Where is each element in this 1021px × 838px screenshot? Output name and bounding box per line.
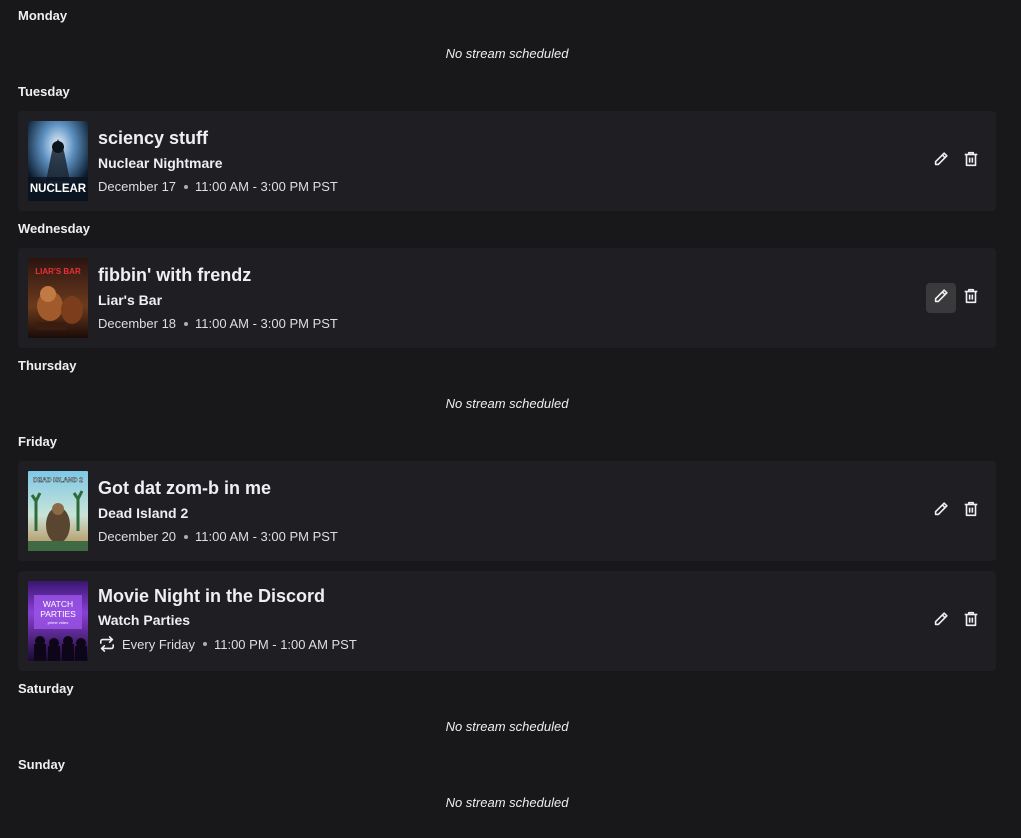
segment-date: Every Friday	[122, 636, 195, 652]
day-heading-monday: Monday	[18, 8, 68, 23]
boxart-text: DEAD ISLAND 2	[33, 477, 83, 484]
segment-date: December 20	[98, 529, 177, 544]
segment-actions	[926, 496, 986, 526]
segment-title: sciency stuff	[98, 128, 209, 148]
edit-button[interactable]	[926, 606, 956, 636]
delete-button[interactable]	[956, 283, 986, 313]
nuclear-nightmare-boxart: NUCLEAR	[28, 121, 88, 201]
trash-icon	[962, 500, 980, 523]
segment-category[interactable]: Dead Island 2	[98, 505, 188, 521]
edit-button[interactable]	[926, 283, 956, 313]
segment-time: December 18 11:00 AM - 3:00 PM PST	[98, 316, 338, 331]
trash-icon	[962, 287, 980, 310]
delete-button[interactable]	[956, 496, 986, 526]
day-heading-saturday: Saturday	[18, 681, 74, 696]
no-stream-sunday: No stream scheduled	[445, 795, 569, 810]
no-stream-monday: No stream scheduled	[445, 46, 569, 61]
edit-button[interactable]	[926, 146, 956, 176]
day-heading-sunday: Sunday	[18, 757, 65, 772]
segment-category[interactable]: Watch Parties	[98, 612, 190, 628]
segment-actions	[926, 606, 986, 636]
boxart-text: PARTIES	[40, 609, 76, 619]
repeat-icon	[98, 636, 116, 652]
day-heading-tuesday: Tuesday	[18, 84, 70, 99]
delete-button[interactable]	[956, 606, 986, 636]
edit-button[interactable]	[926, 496, 956, 526]
delete-button[interactable]	[956, 146, 986, 176]
no-stream-saturday: No stream scheduled	[445, 719, 569, 734]
boxart-text: LIAR'S BAR	[35, 267, 81, 276]
segment-time-range: 11:00 AM - 3:00 PM PST	[195, 529, 338, 544]
segment-time-range: 11:00 AM - 3:00 PM PST	[195, 179, 338, 194]
segment-actions	[926, 146, 986, 176]
separator-dot	[184, 184, 189, 189]
day-heading-friday: Friday	[18, 434, 58, 449]
dead-island-2-boxart: DEAD ISLAND 2	[28, 471, 88, 551]
separator-dot	[184, 534, 189, 539]
segment-date: December 18	[98, 316, 177, 331]
watch-parties-boxart: WATCH PARTIES prime video	[28, 581, 88, 661]
segment-actions	[926, 283, 986, 313]
trash-icon	[962, 150, 980, 173]
boxart-text: NUCLEAR	[30, 183, 87, 195]
boxart-text: WATCH	[43, 599, 73, 609]
segment-time-range: 11:00 AM - 3:00 PM PST	[195, 316, 338, 331]
segment-time: December 20 11:00 AM - 3:00 PM PST	[98, 529, 338, 544]
segment-title: Movie Night in the Discord	[98, 586, 326, 606]
pencil-icon	[932, 287, 950, 310]
schedule-segment-card: DEAD ISLAND 2 Got dat zom-b in me Dead I…	[18, 461, 996, 561]
segment-title: Got dat zom-b in me	[98, 478, 271, 498]
segment-category[interactable]: Nuclear Nightmare	[98, 155, 222, 171]
schedule-segment-card: LIAR'S BAR fibbin' with frendz Liar's Ba…	[18, 248, 996, 348]
pencil-icon	[932, 500, 950, 523]
trash-icon	[962, 610, 980, 633]
segment-time: December 17 11:00 AM - 3:00 PM PST	[98, 179, 338, 194]
liars-bar-boxart: LIAR'S BAR	[28, 258, 88, 338]
schedule-segment-card: NUCLEAR sciency stuff Nuclear Nightmare …	[18, 111, 996, 211]
segment-title: fibbin' with frendz	[98, 265, 252, 285]
boxart-text: prime video	[48, 620, 69, 625]
schedule-segment-card: WATCH PARTIES prime video Movie Night in…	[18, 571, 996, 671]
no-stream-thursday: No stream scheduled	[445, 396, 569, 411]
pencil-icon	[932, 150, 950, 173]
segment-time: Every Friday 11:00 PM - 1:00 AM PST	[98, 636, 357, 652]
separator-dot	[184, 321, 189, 326]
segment-time-range: 11:00 PM - 1:00 AM PST	[213, 636, 357, 652]
segment-date: December 17	[98, 179, 177, 194]
pencil-icon	[932, 610, 950, 633]
segment-category[interactable]: Liar's Bar	[98, 292, 162, 308]
separator-dot	[202, 642, 207, 646]
day-heading-thursday: Thursday	[18, 358, 77, 373]
day-heading-wednesday: Wednesday	[18, 221, 91, 236]
